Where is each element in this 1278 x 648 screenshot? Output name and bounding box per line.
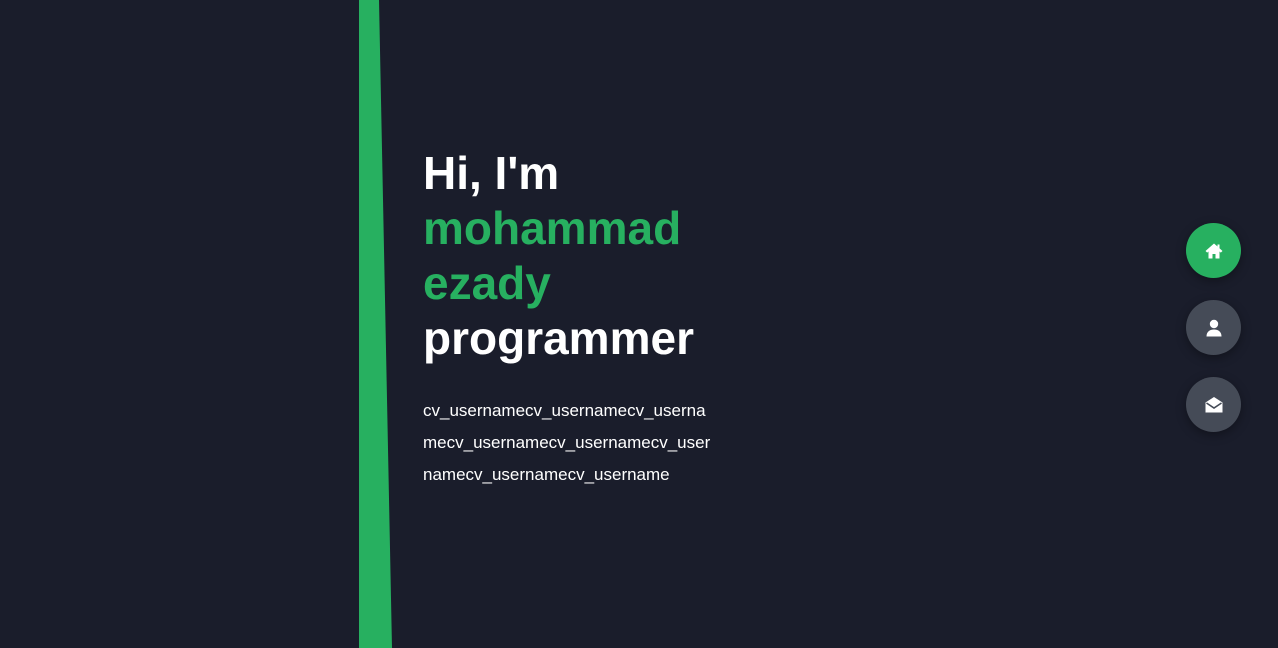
nav-home-button[interactable]	[1186, 223, 1241, 278]
hero-name-last: ezady	[423, 257, 551, 309]
page: Hi, I'm mohammad ezady programmer cv_use…	[0, 0, 1278, 648]
side-nav	[1186, 223, 1241, 432]
hero-greeting: Hi, I'm	[423, 147, 560, 199]
accent-stripe	[359, 0, 392, 648]
envelope-open-icon	[1205, 396, 1222, 412]
nav-contact-button[interactable]	[1186, 377, 1241, 432]
home-icon	[1205, 243, 1222, 258]
user-icon	[1206, 319, 1221, 336]
hero-role: programmer	[423, 312, 694, 364]
hero-title: Hi, I'm mohammad ezady programmer	[423, 146, 723, 366]
hero-description: cv_usernamecv_usernamecv_usernamecv_user…	[423, 401, 711, 484]
hero-name-first: mohammad	[423, 202, 682, 254]
hero-section: Hi, I'm mohammad ezady programmer cv_use…	[423, 146, 723, 491]
nav-about-button[interactable]	[1186, 300, 1241, 355]
